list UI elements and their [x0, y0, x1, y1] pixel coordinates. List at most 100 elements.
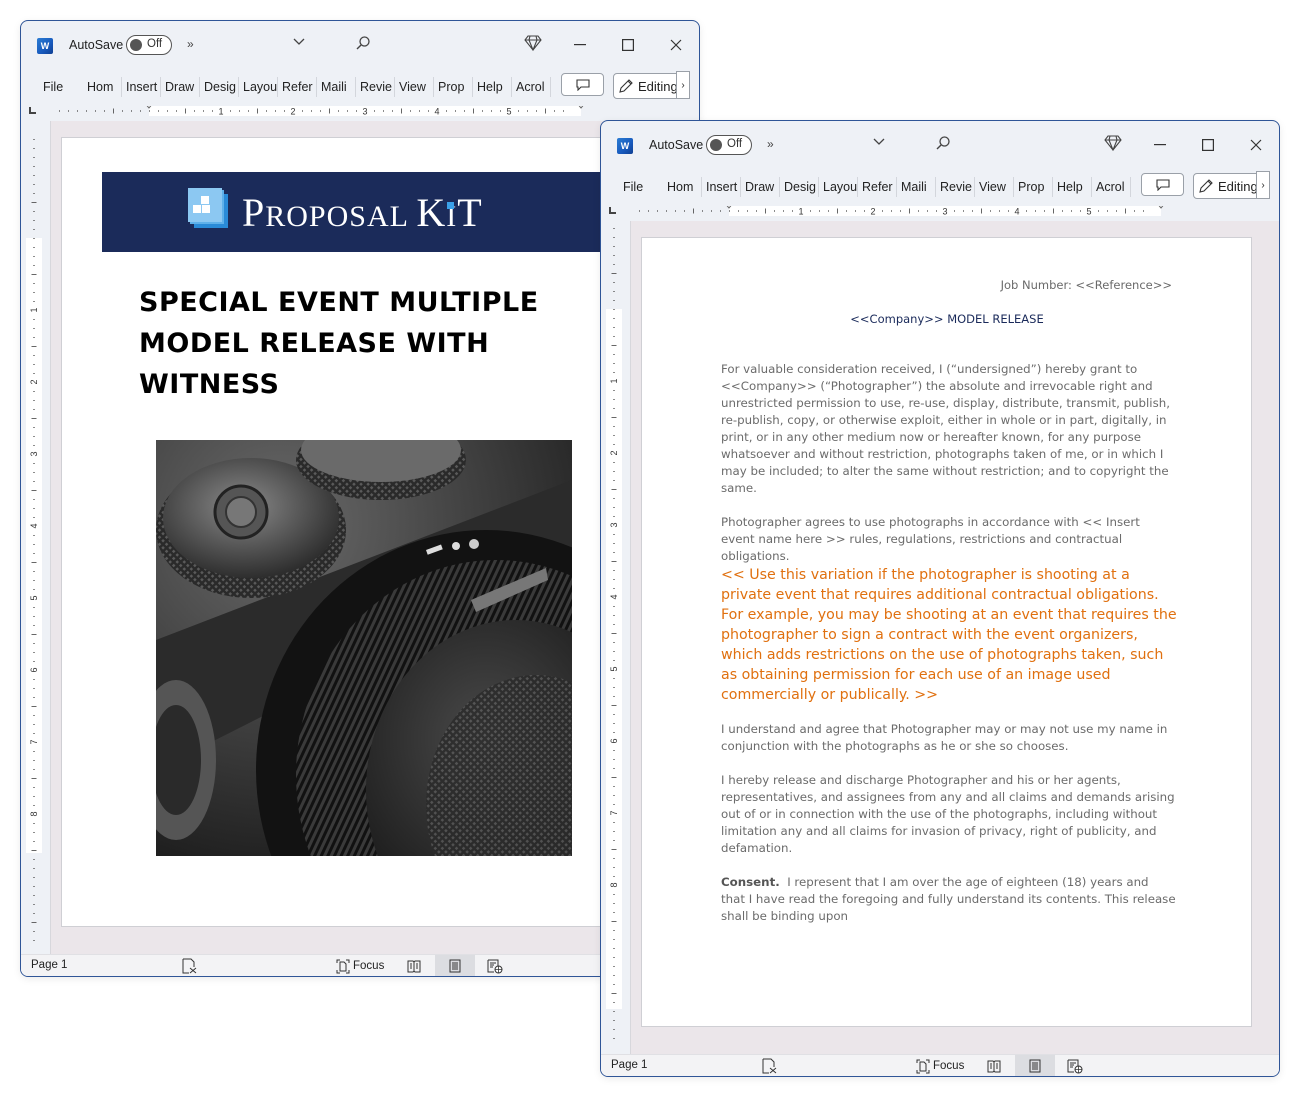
tab-design[interactable]: Desig — [200, 77, 239, 97]
proofing-icon[interactable] — [181, 958, 197, 974]
ruler-tick — [613, 1002, 615, 1003]
tab-references[interactable]: Refer — [278, 77, 317, 97]
tab-review[interactable]: Revie — [356, 77, 395, 97]
ruler-tick — [33, 436, 35, 437]
tab-insert[interactable]: Insert — [702, 177, 741, 197]
print-layout-button[interactable] — [1015, 1055, 1055, 1076]
tab-layout[interactable]: Layou — [239, 77, 278, 97]
title-bar: W AutoSave Off » — [21, 21, 699, 71]
tab-home[interactable]: Hom — [663, 177, 702, 197]
document-area[interactable]: 1 2 3 4 5 6 7 8 Job Number: <<Reference>> <<Com… — [601, 221, 1279, 1054]
maximize-button[interactable] — [1197, 134, 1219, 156]
page-indicator[interactable]: Page 1 — [31, 959, 67, 971]
web-layout-button[interactable] — [1067, 1058, 1083, 1074]
comments-button[interactable] — [1141, 173, 1184, 196]
read-mode-button[interactable] — [407, 958, 421, 974]
more-commands-icon[interactable]: » — [767, 137, 774, 151]
tab-mailings[interactable]: Maili — [897, 177, 936, 197]
ribbon-expand-button[interactable]: › — [676, 71, 690, 99]
ruler-tick — [33, 643, 35, 644]
more-commands-icon[interactable]: » — [187, 37, 194, 51]
ruler-tick — [33, 139, 35, 140]
horizontal-ruler[interactable]: 1 2 3 4 5 — [601, 201, 1279, 221]
chevron-down-icon[interactable] — [293, 33, 305, 49]
ruler-tick — [527, 110, 528, 112]
right-indent-marker[interactable] — [576, 106, 586, 109]
left-indent-marker[interactable] — [144, 106, 154, 109]
tab-home[interactable]: Hom — [83, 77, 122, 97]
tab-acrobat[interactable]: Acrol — [512, 77, 551, 97]
left-indent-marker[interactable] — [724, 206, 734, 209]
tab-insert[interactable]: Insert — [122, 77, 161, 97]
ruler-number: 8 — [29, 811, 39, 816]
search-icon[interactable] — [935, 135, 951, 154]
focus-icon — [336, 959, 350, 973]
ruler-tick — [837, 208, 838, 214]
focus-mode-button[interactable]: Focus — [916, 1058, 964, 1074]
tab-help[interactable]: Help — [473, 77, 512, 97]
tab-file[interactable]: File — [623, 177, 663, 197]
ruler-number: 5 — [29, 595, 39, 600]
chevron-down-icon[interactable] — [873, 133, 885, 149]
paragraph-release: I hereby release and discharge Photograp… — [721, 773, 1175, 855]
document-page[interactable]: PROPOSAL KI T SPECIAL EVENT MULTIPLE MODE… — [61, 137, 661, 927]
close-button[interactable] — [1245, 134, 1267, 156]
autosave-toggle[interactable]: Off — [706, 135, 752, 155]
tab-design[interactable]: Desig — [780, 177, 819, 197]
tab-view[interactable]: View — [975, 177, 1014, 197]
tab-selector-icon[interactable] — [609, 207, 616, 214]
tab-help[interactable]: Help — [1053, 177, 1092, 197]
tab-selector-icon[interactable] — [29, 107, 36, 114]
tab-draw[interactable]: Draw — [741, 177, 780, 197]
tab-view[interactable]: View — [395, 77, 434, 97]
vertical-ruler[interactable]: 1 2 3 4 5 6 7 8 — [21, 121, 51, 954]
premium-diamond-icon[interactable] — [524, 35, 542, 54]
ribbon-expand-button[interactable]: › — [1256, 171, 1270, 199]
document-page[interactable]: Job Number: <<Reference>> <<Company>> MO… — [641, 237, 1252, 1027]
minimize-button[interactable] — [1149, 134, 1171, 156]
tab-draw[interactable]: Draw — [161, 77, 200, 97]
ruler-tick — [33, 148, 35, 149]
document-area[interactable]: 1 2 3 4 5 6 7 8 PROPOSAL KI T SPECIAL EVENT MULT… — [21, 121, 699, 954]
cover-title: SPECIAL EVENT MULTIPLE MODEL RELEASE WIT… — [139, 287, 539, 400]
ruler-tick — [1035, 210, 1036, 212]
ruler-tick — [33, 283, 35, 284]
tab-layout[interactable]: Layou — [819, 177, 858, 197]
page-indicator[interactable]: Page 1 — [611, 1059, 647, 1071]
tab-references[interactable]: Refer — [858, 177, 897, 197]
read-mode-button[interactable] — [987, 1058, 1001, 1074]
ruler-tick — [545, 108, 546, 114]
ruler-tick — [613, 867, 615, 868]
close-button[interactable] — [665, 34, 687, 56]
ruler-tick — [33, 931, 35, 932]
maximize-button[interactable] — [617, 34, 639, 56]
ruler-tick — [684, 210, 685, 212]
right-indent-marker[interactable] — [1156, 206, 1166, 209]
comments-button[interactable] — [561, 73, 604, 96]
tab-file[interactable]: File — [43, 77, 83, 97]
ruler-tick — [33, 157, 35, 158]
vertical-ruler[interactable]: 1 2 3 4 5 6 7 8 — [601, 221, 631, 1054]
premium-diamond-icon[interactable] — [1104, 135, 1122, 154]
horizontal-ruler[interactable]: 1 2 3 4 5 — [21, 101, 699, 121]
ruler-tick — [33, 184, 35, 185]
minimize-button[interactable] — [569, 34, 591, 56]
web-layout-button[interactable] — [487, 958, 503, 974]
tab-properties[interactable]: Prop — [1014, 177, 1053, 197]
ruler-ticks: 1 2 3 4 5 — [639, 206, 1166, 216]
print-layout-icon — [1029, 1059, 1041, 1072]
search-icon[interactable] — [355, 35, 371, 54]
autosave-state: Off — [147, 38, 163, 50]
brand-i-dot — [447, 202, 455, 209]
proofing-icon[interactable] — [761, 1058, 777, 1074]
ruler-tick — [611, 561, 617, 562]
tab-review[interactable]: Revie — [936, 177, 975, 197]
ruler-tick — [613, 579, 615, 580]
autosave-toggle[interactable]: Off — [126, 35, 172, 55]
print-layout-button[interactable] — [435, 955, 475, 976]
ruler-tick — [613, 237, 615, 238]
tab-properties[interactable]: Prop — [434, 77, 473, 97]
tab-acrobat[interactable]: Acrol — [1092, 177, 1131, 197]
tab-mailings[interactable]: Maili — [317, 77, 356, 97]
focus-mode-button[interactable]: Focus — [336, 958, 384, 974]
